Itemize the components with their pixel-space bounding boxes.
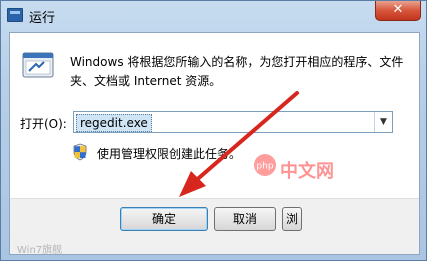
ok-button[interactable]: 确定 [120, 207, 208, 231]
uac-shield-icon [73, 143, 87, 161]
browse-button[interactable]: 浏览(B)... [282, 207, 302, 231]
open-label: 打开(O): [20, 117, 67, 131]
run-app-icon [7, 8, 23, 22]
dialog-body: Windows 将根据您所输入的名称，为您打开相应的程序、文件夹、文档或 Int… [9, 32, 420, 255]
description-text: Windows 将根据您所输入的名称，为您打开相应的程序、文件夹、文档或 Int… [70, 55, 404, 88]
dropdown-arrow-icon[interactable]: ▼ [374, 112, 392, 132]
admin-note: 使用管理权限创建此任务。 [97, 147, 242, 161]
brand-watermark: 中文网 [280, 161, 334, 182]
close-button[interactable]: ✕ [375, 1, 421, 21]
title-bar[interactable]: 运行 ✕ [1, 1, 426, 31]
svg-text:php: php [256, 162, 273, 172]
run-program-icon [22, 52, 54, 78]
php-logo-watermark: php [254, 154, 276, 176]
open-input[interactable]: regedit.exe [76, 114, 152, 132]
close-icon: ✕ [392, 2, 404, 17]
bottom-watermark: Win7旗舰 [17, 245, 63, 256]
run-dialog-window: 运行 ✕ Windows 将根据您所输入的名称，为您打开相应的程序、文件夹、文档… [0, 0, 427, 261]
open-combobox[interactable]: regedit.exe ▼ [73, 111, 393, 133]
window-title: 运行 [29, 11, 56, 26]
cancel-button[interactable]: 取消 [214, 207, 276, 231]
